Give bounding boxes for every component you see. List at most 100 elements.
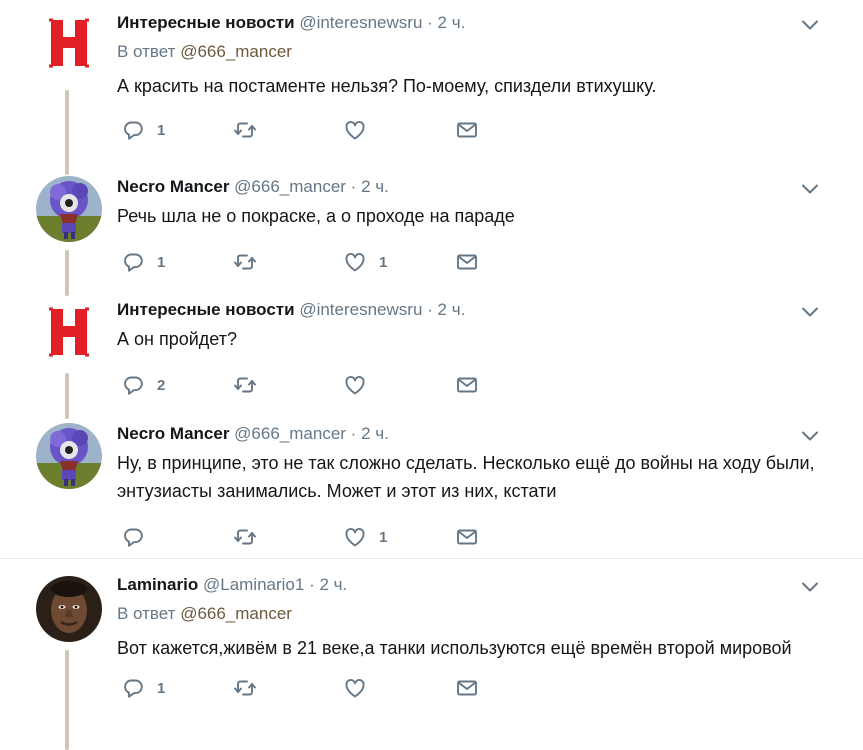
tweet-text: Речь шла не о покраске, а о проходе на п… — [117, 206, 515, 226]
reply-button[interactable]: 1 — [121, 676, 165, 700]
direct-message-button[interactable] — [455, 525, 479, 549]
envelope-icon — [455, 373, 479, 397]
timestamp[interactable]: 2 ч. — [361, 424, 389, 443]
heart-icon — [343, 525, 367, 549]
heart-icon — [343, 676, 367, 700]
reply-icon — [121, 525, 145, 549]
heart-icon — [343, 118, 367, 142]
tweet-header: Интересные новости @interesnewsru · 2 ч. — [117, 297, 827, 323]
author-handle[interactable]: @666_mancer — [234, 424, 346, 443]
thread-line — [65, 250, 69, 296]
author-name[interactable]: Necro Mancer — [117, 177, 229, 196]
retweet-icon — [233, 250, 257, 274]
tweet-header: Necro Mancer @666_mancer · 2 ч. — [117, 174, 827, 200]
author-handle[interactable]: @interesnewsru — [299, 13, 422, 32]
reply-count: 1 — [157, 679, 166, 697]
thread-line — [65, 373, 69, 419]
reply-prefix: В ответ — [117, 42, 176, 61]
envelope-icon — [455, 118, 479, 142]
tweet-actions: 2 — [117, 373, 827, 397]
like-button[interactable] — [343, 676, 379, 700]
reply-mention-link[interactable]: @666_mancer — [180, 604, 292, 623]
reply-count: 1 — [157, 253, 166, 271]
retweet-icon — [233, 525, 257, 549]
author-handle[interactable]: @interesnewsru — [299, 300, 422, 319]
reply-prefix: В ответ — [117, 604, 176, 623]
chevron-down-icon[interactable] — [801, 429, 819, 443]
separator-dot: · — [309, 575, 315, 594]
retweet-button[interactable] — [233, 250, 269, 274]
retweet-icon — [233, 676, 257, 700]
chevron-down-icon[interactable] — [801, 182, 819, 196]
tweet[interactable]: Necro Mancer @666_mancer · 2 ч. Ну, в пр… — [0, 421, 863, 551]
avatar[interactable] — [36, 10, 102, 76]
reply-icon — [121, 373, 145, 397]
chevron-down-icon[interactable] — [801, 305, 819, 319]
separator-dot: · — [350, 424, 357, 443]
retweet-button[interactable] — [233, 676, 269, 700]
direct-message-button[interactable] — [455, 373, 479, 397]
thread-line — [65, 90, 69, 175]
timestamp[interactable]: 2 ч. — [320, 575, 348, 594]
reply-count: 1 — [157, 121, 166, 139]
avatar[interactable] — [36, 576, 102, 642]
separator-dot: · — [427, 300, 433, 319]
direct-message-button[interactable] — [455, 118, 479, 142]
reply-button[interactable]: 2 — [121, 373, 165, 397]
tweet-text: А красить на постаменте нельзя? По-моему… — [117, 76, 657, 96]
timestamp[interactable]: 2 ч. — [361, 177, 389, 196]
direct-message-button[interactable] — [455, 676, 479, 700]
retweet-button[interactable] — [233, 525, 269, 549]
author-handle[interactable]: @Laminario1 — [203, 575, 304, 594]
timestamp[interactable]: 2 ч. — [438, 13, 466, 32]
reply-context: В ответ @666_mancer — [117, 40, 827, 64]
retweet-icon — [233, 118, 257, 142]
chevron-down-icon[interactable] — [801, 18, 819, 32]
like-button[interactable] — [343, 118, 379, 142]
avatar[interactable] — [36, 299, 102, 365]
timestamp[interactable]: 2 ч. — [438, 300, 466, 319]
tweet-actions: 1 1 — [117, 250, 827, 274]
direct-message-button[interactable] — [455, 250, 479, 274]
tweet-actions: 1 — [117, 525, 827, 549]
conversation-timeline: Интересные новости @interesnewsru · 2 ч.… — [0, 0, 863, 750]
tweet-header: Интересные новости @interesnewsru · 2 ч. — [117, 10, 827, 36]
retweet-icon — [233, 373, 257, 397]
tweet-actions: 1 — [117, 118, 827, 142]
tweet-text: Ну, в принципе, это не так сложно сделат… — [117, 453, 815, 501]
tweet[interactable]: Necro Mancer @666_mancer · 2 ч. Речь шла… — [0, 174, 863, 296]
reply-mention-link[interactable]: @666_mancer — [180, 42, 292, 61]
tweet-header: Laminario @Laminario1 · 2 ч. — [117, 572, 827, 598]
author-handle[interactable]: @666_mancer — [234, 177, 346, 196]
reply-button[interactable] — [121, 525, 157, 549]
tweet[interactable]: Интересные новости @interesnewsru · 2 ч.… — [0, 10, 863, 175]
tweet-text: А он пройдет? — [117, 329, 237, 349]
like-button[interactable]: 1 — [343, 525, 387, 549]
thread-line — [65, 650, 69, 750]
author-name[interactable]: Интересные новости — [117, 300, 295, 319]
like-button[interactable]: 1 — [343, 250, 387, 274]
tweet[interactable]: Laminario @Laminario1 · 2 ч. В ответ @66… — [0, 572, 863, 750]
retweet-button[interactable] — [233, 118, 269, 142]
reply-icon — [121, 118, 145, 142]
reply-button[interactable]: 1 — [121, 118, 165, 142]
tweet-actions: 1 — [117, 676, 827, 700]
like-count: 1 — [379, 528, 388, 546]
reply-button[interactable]: 1 — [121, 250, 165, 274]
reply-count: 2 — [157, 376, 166, 394]
envelope-icon — [455, 676, 479, 700]
avatar[interactable] — [36, 423, 102, 489]
heart-icon — [343, 373, 367, 397]
retweet-button[interactable] — [233, 373, 269, 397]
like-button[interactable] — [343, 373, 379, 397]
author-name[interactable]: Laminario — [117, 575, 198, 594]
avatar[interactable] — [36, 176, 102, 242]
envelope-icon — [455, 250, 479, 274]
divider — [0, 558, 863, 559]
tweet[interactable]: Интересные новости @interesnewsru · 2 ч.… — [0, 297, 863, 419]
separator-dot: · — [427, 13, 433, 32]
chevron-down-icon[interactable] — [801, 580, 819, 594]
author-name[interactable]: Интересные новости — [117, 13, 295, 32]
author-name[interactable]: Necro Mancer — [117, 424, 229, 443]
like-count: 1 — [379, 253, 388, 271]
